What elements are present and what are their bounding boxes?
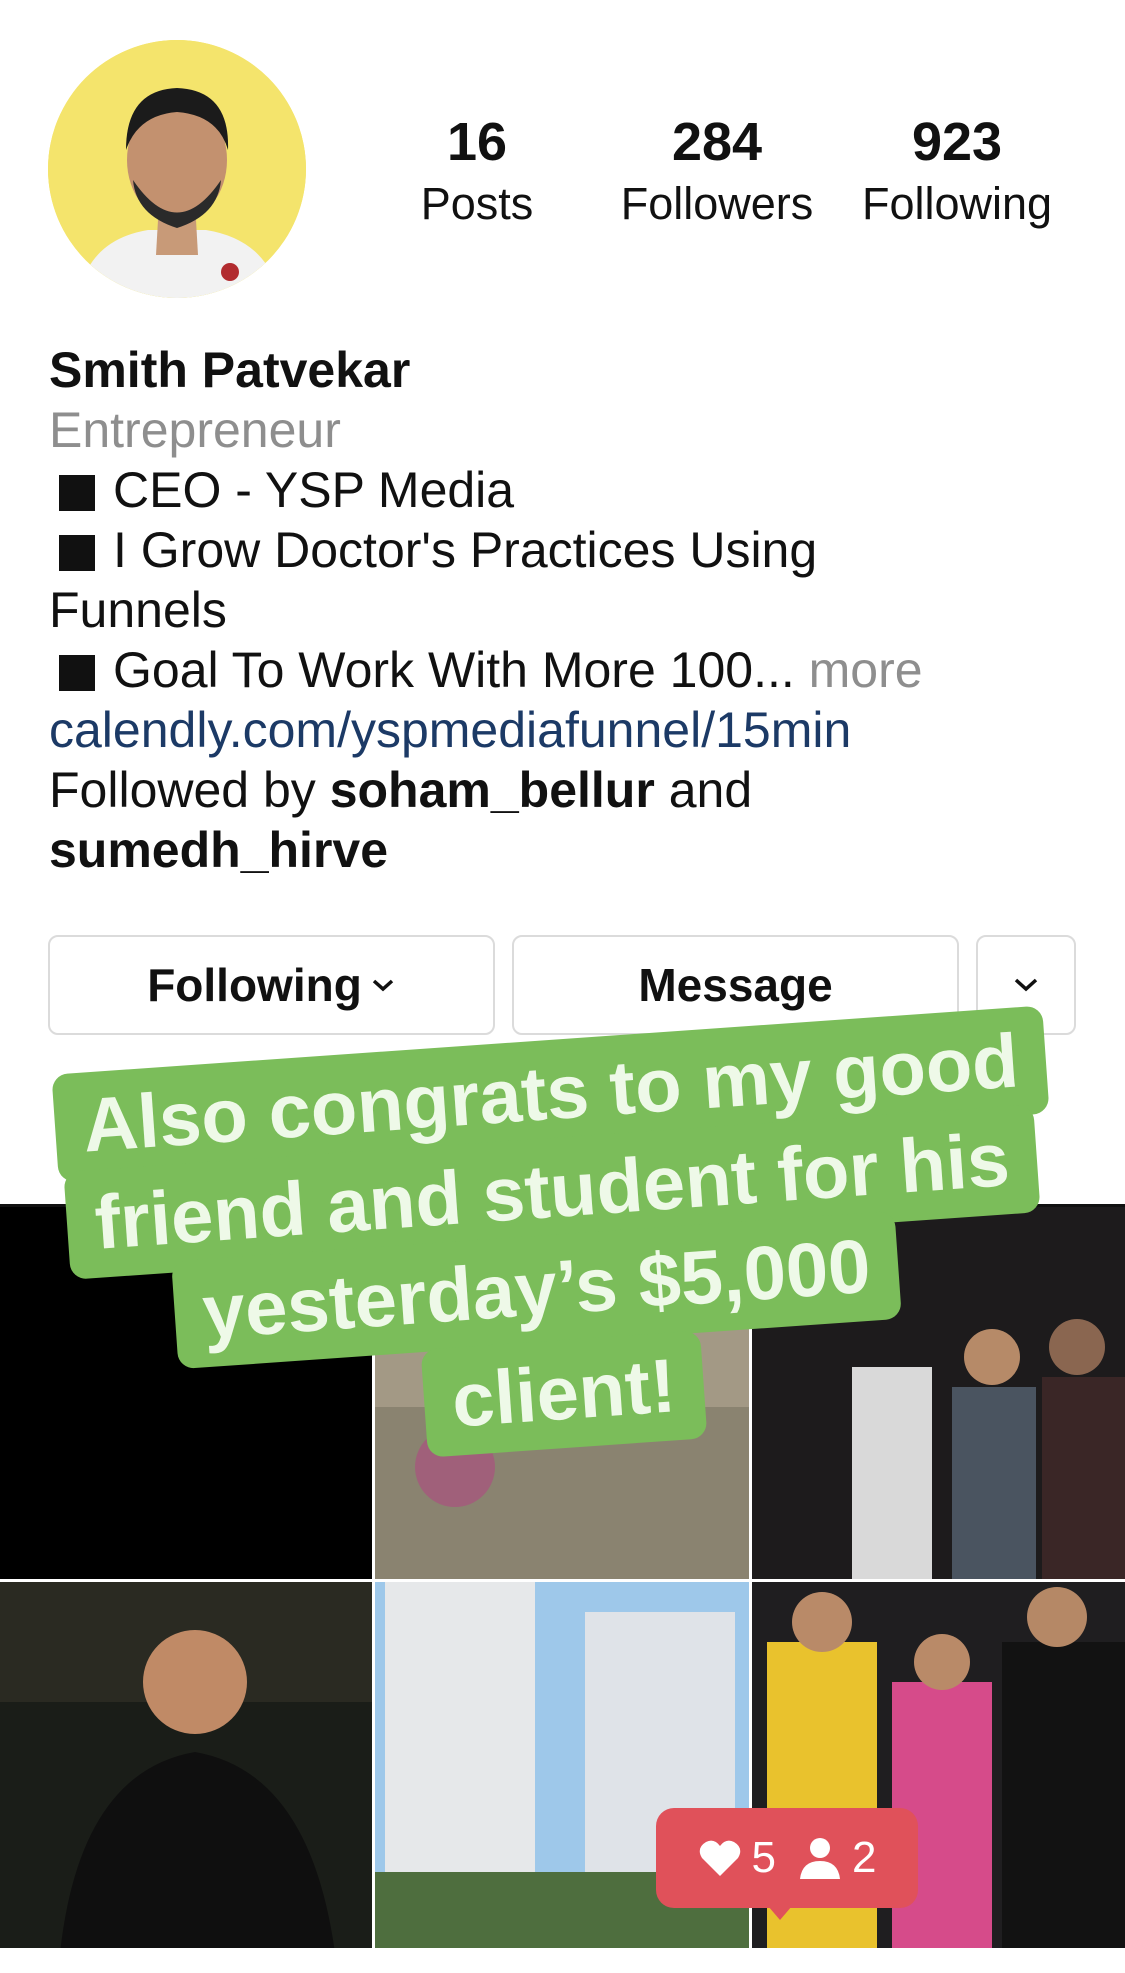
bio-line-text: I Grow Doctor's Practices Using Funnels	[49, 522, 818, 638]
message-button-label: Message	[638, 959, 833, 1011]
following-button-label: Following	[147, 959, 362, 1011]
likes-count: 5	[751, 1833, 776, 1882]
chevron-down-icon	[372, 979, 393, 992]
profile-bio: Smith Patvekar Entrepreneur CEO - YSP Me…	[49, 340, 1089, 880]
bio-line: CEO - YSP Media	[49, 460, 1089, 520]
followed-by-and: and	[668, 762, 753, 818]
person-icon	[800, 1838, 840, 1879]
profile-category: Entrepreneur	[49, 402, 341, 458]
followed-by: Followed by soham_bellur and sumedh_hirv…	[49, 760, 949, 880]
story-text-sticker: Also congrats to my good friend and stud…	[51, 1005, 1074, 1458]
chevron-down-icon	[1014, 978, 1038, 992]
bio-line-text: Goal To Work With More 100...	[113, 642, 795, 698]
bottom-edge	[0, 1948, 1125, 1973]
follows-count: 2	[852, 1833, 877, 1882]
followers-count: 284	[671, 112, 763, 172]
likes-group: 5	[698, 1833, 776, 1883]
followed-by-user-link[interactable]: soham_bellur	[330, 762, 655, 818]
bio-line: I Grow Doctor's Practices Using Funnels	[49, 520, 949, 640]
bio-line: Goal To Work With More 100... more	[49, 640, 1089, 700]
post-photo	[0, 1582, 372, 1953]
more-link[interactable]: more	[809, 642, 923, 698]
following-label: Following	[861, 178, 1053, 229]
posts-label: Posts	[420, 178, 534, 229]
followers-label: Followers	[620, 178, 814, 229]
stat-posts[interactable]: 16 Posts	[362, 108, 592, 232]
notification-pointer	[768, 1906, 792, 1920]
posts-count: 16	[446, 112, 508, 172]
heart-icon	[699, 1840, 740, 1876]
following-button[interactable]: Following	[48, 935, 495, 1035]
bio-line-text: CEO - YSP Media	[113, 462, 515, 518]
follows-group: 2	[798, 1833, 876, 1883]
stat-following[interactable]: 923 Following	[842, 108, 1072, 232]
sticker-line: client!	[420, 1330, 708, 1458]
avatar-photo	[48, 40, 306, 298]
activity-notification[interactable]: 5 2	[656, 1808, 918, 1908]
black-square-icon	[59, 535, 95, 571]
profile-name: Smith Patvekar	[49, 342, 411, 398]
stat-followers[interactable]: 284 Followers	[602, 108, 832, 232]
profile-link[interactable]: calendly.com/yspmediafunnel/15min	[49, 700, 1089, 760]
black-square-icon	[59, 655, 95, 691]
black-square-icon	[59, 475, 95, 511]
profile-avatar[interactable]	[48, 40, 306, 298]
followed-by-user-link[interactable]: sumedh_hirve	[49, 822, 388, 878]
following-count: 923	[911, 112, 1003, 172]
post-thumbnail[interactable]	[0, 1582, 372, 1953]
followed-by-prefix: Followed by	[49, 762, 316, 818]
